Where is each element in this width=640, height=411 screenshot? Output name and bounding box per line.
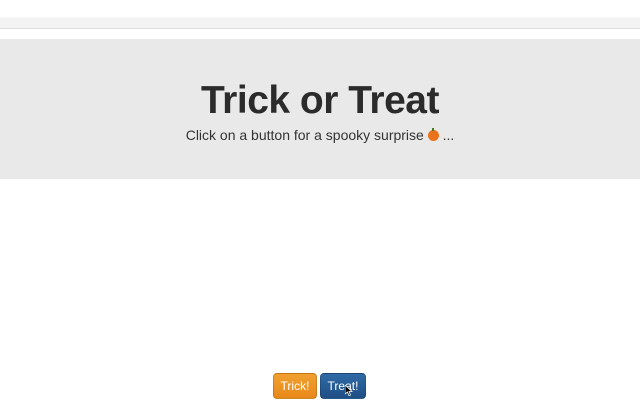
pumpkin-icon: [427, 128, 439, 141]
trick-button[interactable]: Trick!: [273, 373, 317, 399]
button-group: Trick! Treat!: [273, 373, 366, 399]
subtitle-text: Click on a button for a spooky surprise: [185, 127, 424, 143]
jumbotron: Trick or Treat Click on a button for a s…: [0, 39, 640, 179]
treat-button[interactable]: Treat!: [320, 373, 366, 399]
mouse-cursor-icon: [345, 385, 353, 396]
navbar: [0, 17, 640, 29]
page-title: Trick or Treat: [201, 79, 439, 122]
page-subtitle: Click on a button for a spooky surprise …: [0, 127, 640, 143]
treat-label: Treat!: [327, 379, 359, 393]
ellipsis: ...: [442, 127, 455, 143]
